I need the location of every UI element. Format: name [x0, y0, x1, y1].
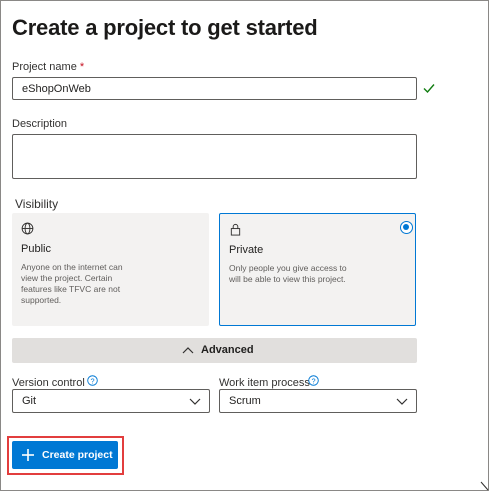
- work-item-process-value: Scrum: [229, 395, 261, 407]
- globe-icon: [21, 222, 34, 235]
- project-name-label-text: Project name: [12, 61, 77, 73]
- help-icon[interactable]: ?: [87, 375, 98, 386]
- description-label: Description: [12, 118, 68, 130]
- description-textarea[interactable]: [12, 134, 417, 179]
- private-option-title: Private: [229, 244, 264, 256]
- svg-text:?: ?: [311, 376, 315, 385]
- private-option-description: Only people you give access to will be a…: [229, 263, 347, 284]
- create-project-button[interactable]: Create project: [12, 441, 118, 469]
- lock-icon: [230, 223, 241, 236]
- project-name-label: Project name *: [12, 61, 84, 73]
- svg-text:?: ?: [90, 376, 94, 385]
- page-title: Create a project to get started: [12, 15, 318, 40]
- help-icon[interactable]: ?: [308, 375, 319, 386]
- work-item-process-label: Work item process: [219, 377, 310, 389]
- checkmark-icon: [423, 84, 435, 94]
- advanced-toggle-button[interactable]: Advanced: [12, 338, 417, 363]
- visibility-option-private[interactable]: Private Only people you give access to w…: [219, 213, 416, 326]
- create-project-label: Create project: [42, 449, 113, 461]
- private-radio-selected[interactable]: [400, 221, 413, 234]
- project-name-input[interactable]: eShopOnWeb: [12, 77, 417, 100]
- public-option-title: Public: [21, 243, 51, 255]
- version-control-label: Version control: [12, 377, 85, 389]
- project-name-value: eShopOnWeb: [22, 83, 91, 95]
- visibility-option-public[interactable]: Public Anyone on the internet can view t…: [12, 213, 209, 326]
- work-item-process-select[interactable]: Scrum: [219, 389, 417, 413]
- chevron-up-icon: [182, 347, 194, 354]
- visibility-label: Visibility: [15, 197, 59, 211]
- required-mark: *: [79, 61, 85, 73]
- version-control-value: Git: [22, 395, 37, 407]
- chevron-down-icon: [396, 398, 408, 405]
- chevron-down-icon: [189, 398, 201, 405]
- plus-icon: [22, 449, 34, 461]
- public-option-description: Anyone on the internet can view the proj…: [21, 262, 123, 305]
- advanced-label: Advanced: [201, 344, 254, 356]
- version-control-select[interactable]: Git: [12, 389, 210, 413]
- create-project-dialog: Create a project to get started Project …: [0, 0, 489, 491]
- resize-handle-icon[interactable]: [479, 481, 489, 491]
